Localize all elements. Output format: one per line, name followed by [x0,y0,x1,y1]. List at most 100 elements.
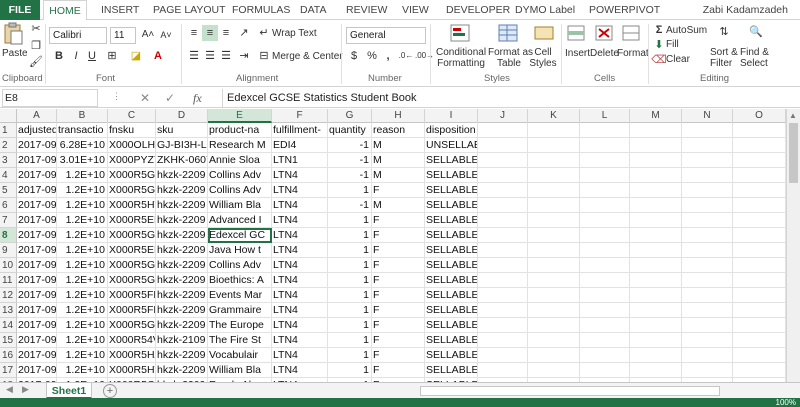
cell-g14[interactable]: 1 [328,318,372,333]
cell-o12[interactable] [733,288,786,303]
cell-j8[interactable] [478,228,528,243]
cell-n10[interactable] [682,258,733,273]
cell-c13[interactable]: X000R5FF [108,303,156,318]
autosum-button[interactable]: AutoSum [666,25,707,36]
cell-f3[interactable]: LTN1 [272,153,328,168]
cell-c12[interactable]: X000R5FF [108,288,156,303]
cell-i15[interactable]: SELLABLE [425,333,478,348]
cell-o14[interactable] [733,318,786,333]
cell-g9[interactable]: 1 [328,243,372,258]
cell-k13[interactable] [528,303,580,318]
cell-o1[interactable] [733,123,786,138]
cell-d16[interactable]: hkzk-2209 [156,348,208,363]
cell-e15[interactable]: The Fire St [208,333,272,348]
cell-d1[interactable]: sku [156,123,208,138]
cell-e12[interactable]: Events Mar [208,288,272,303]
cell-h13[interactable]: F [372,303,425,318]
cell-a14[interactable]: 2017-09-28 [17,318,57,333]
cell-g13[interactable]: 1 [328,303,372,318]
cell-e16[interactable]: Vocabulair [208,348,272,363]
cell-h4[interactable]: M [372,168,425,183]
cell-c5[interactable]: X000R5G3 [108,183,156,198]
cell-d12[interactable]: hkzk-2209 [156,288,208,303]
cell-l13[interactable] [580,303,630,318]
cell-h2[interactable]: M [372,138,425,153]
cell-g7[interactable]: 1 [328,213,372,228]
align-bottom-icon[interactable]: ≡ [218,25,234,41]
user-name[interactable]: Zabi Kadamzadeh [703,0,788,20]
align-right-icon[interactable]: ☰ [218,48,234,64]
cell-b6[interactable]: 1.2E+10 [57,198,108,213]
cell-f13[interactable]: LTN4 [272,303,328,318]
cell-f16[interactable]: LTN4 [272,348,328,363]
cell-m5[interactable] [630,183,682,198]
conditional-formatting-button[interactable]: Conditional Formatting [436,47,486,69]
fill-button[interactable]: Fill [666,39,679,50]
cell-j12[interactable] [478,288,528,303]
cell-j13[interactable] [478,303,528,318]
cell-i2[interactable]: UNSELLABLE [425,138,478,153]
cell-b5[interactable]: 1.2E+10 [57,183,108,198]
cell-j2[interactable] [478,138,528,153]
cell-d9[interactable]: hkzk-2209 [156,243,208,258]
cell-k8[interactable] [528,228,580,243]
cell-n15[interactable] [682,333,733,348]
cell-m14[interactable] [630,318,682,333]
cell-l14[interactable] [580,318,630,333]
cell-f12[interactable]: LTN4 [272,288,328,303]
cell-h17[interactable]: F [372,363,425,378]
worksheet-grid[interactable]: ABCDEFGHIJKLMNO 1adjusted-dtransactiofns… [0,109,786,382]
cell-h1[interactable]: reason [372,123,425,138]
cell-f15[interactable]: LTN4 [272,333,328,348]
font-name-select[interactable]: Calibri [49,27,107,44]
cell-k5[interactable] [528,183,580,198]
cell-m7[interactable] [630,213,682,228]
cell-f1[interactable]: fulfillment- [272,123,328,138]
column-header-d[interactable]: D [156,109,208,123]
column-header-h[interactable]: H [372,109,425,123]
name-box[interactable]: E8 [2,89,98,107]
cell-h5[interactable]: F [372,183,425,198]
cell-h9[interactable]: F [372,243,425,258]
cell-j7[interactable] [478,213,528,228]
cell-j16[interactable] [478,348,528,363]
cell-j1[interactable] [478,123,528,138]
bold-button[interactable]: B [51,48,67,64]
cell-f10[interactable]: LTN4 [272,258,328,273]
cell-g15[interactable]: 1 [328,333,372,348]
cell-c1[interactable]: fnsku [108,123,156,138]
cell-b4[interactable]: 1.2E+10 [57,168,108,183]
cell-g16[interactable]: 1 [328,348,372,363]
cell-c7[interactable]: X000R5ED [108,213,156,228]
cell-f2[interactable]: EDI4 [272,138,328,153]
cell-m3[interactable] [630,153,682,168]
cell-o6[interactable] [733,198,786,213]
cell-m16[interactable] [630,348,682,363]
cell-b2[interactable]: 6.28E+10 [57,138,108,153]
cell-o4[interactable] [733,168,786,183]
cell-l1[interactable] [580,123,630,138]
cell-l15[interactable] [580,333,630,348]
tab-insert[interactable]: INSERT [101,0,139,20]
cell-i10[interactable]: SELLABLE [425,258,478,273]
cell-b10[interactable]: 1.2E+10 [57,258,108,273]
cell-e9[interactable]: Java How t [208,243,272,258]
cell-f11[interactable]: LTN4 [272,273,328,288]
zoom-level[interactable]: 100% [776,398,796,407]
cell-b1[interactable]: transactio [57,123,108,138]
cell-l7[interactable] [580,213,630,228]
column-header-f[interactable]: F [272,109,328,123]
cell-n11[interactable] [682,273,733,288]
align-top-icon[interactable]: ≡ [186,25,202,41]
increase-decimal-icon[interactable]: .0← [398,48,414,64]
cell-d14[interactable]: hkzk-2209 [156,318,208,333]
cell-g2[interactable]: -1 [328,138,372,153]
tab-developer[interactable]: DEVELOPER [446,0,510,20]
cell-n7[interactable] [682,213,733,228]
tab-dymo-label[interactable]: DYMO Label [515,0,575,20]
column-header-l[interactable]: L [580,109,630,123]
cell-g12[interactable]: 1 [328,288,372,303]
sort-filter-button[interactable]: Sort & Filter [710,47,738,69]
cell-f7[interactable]: LTN4 [272,213,328,228]
find-select-button[interactable]: Find & Select [740,47,769,69]
